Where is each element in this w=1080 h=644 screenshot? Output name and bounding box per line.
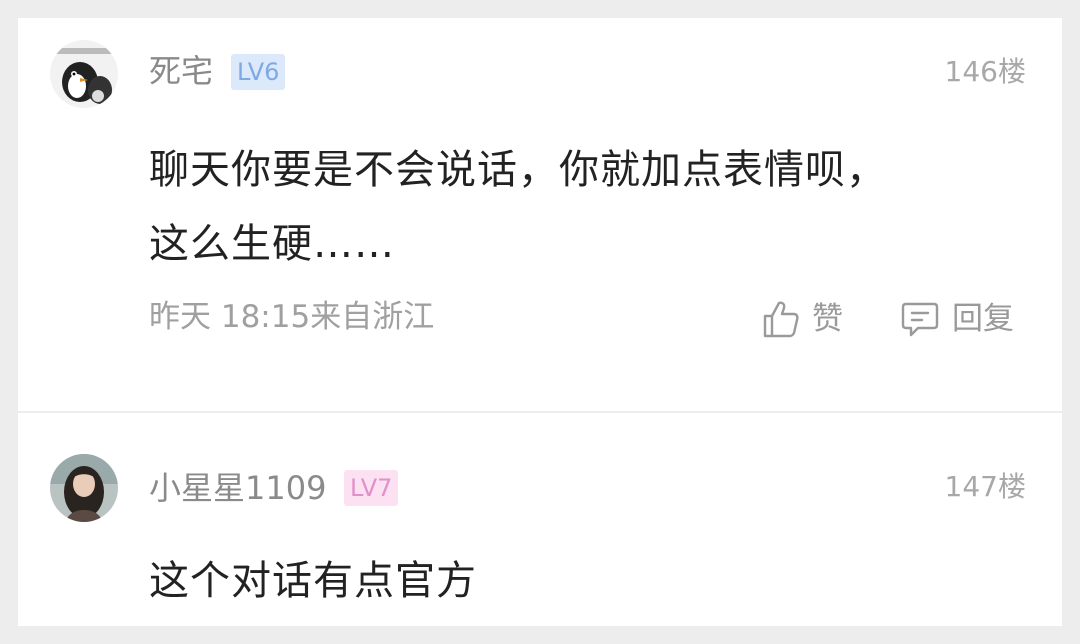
penguin-avatar-icon: [50, 40, 118, 108]
comment-line: 这个对话有点官方: [149, 558, 477, 604]
floor-number: 147楼: [944, 470, 1026, 503]
level-badge: LV6: [231, 54, 286, 90]
comment-card: 小星星1109 LV7 147楼 这个对话有点官方: [18, 413, 1062, 626]
username[interactable]: 小星星1109: [149, 468, 326, 508]
floor-number: 146楼: [944, 55, 1026, 88]
comment-line: 这么生硬……: [149, 221, 395, 267]
comment-timestamp: 昨天 18:15来自浙江: [149, 299, 435, 335]
like-button[interactable]: 赞: [762, 299, 843, 339]
comment-content: 这个对话有点官方: [149, 544, 1009, 618]
comment-line: 聊天你要是不会说话，你就加点表情呗，: [149, 147, 887, 193]
avatar[interactable]: [50, 40, 118, 108]
person-photo-avatar-icon: [50, 454, 118, 522]
comment-icon: [901, 302, 939, 337]
avatar[interactable]: [50, 454, 118, 522]
like-label: 赞: [812, 301, 843, 337]
comment-card: 死宅 LV6 146楼 聊天你要是不会说话，你就加点表情呗， 这么生硬…… 昨天…: [18, 18, 1062, 411]
reply-label: 回复: [952, 301, 1014, 337]
level-badge: LV7: [344, 470, 399, 506]
reply-button[interactable]: 回复: [900, 299, 1014, 339]
username[interactable]: 死宅: [149, 51, 213, 91]
thumbs-up-icon: [763, 301, 799, 338]
comment-content: 聊天你要是不会说话，你就加点表情呗， 这么生硬……: [149, 133, 1009, 281]
